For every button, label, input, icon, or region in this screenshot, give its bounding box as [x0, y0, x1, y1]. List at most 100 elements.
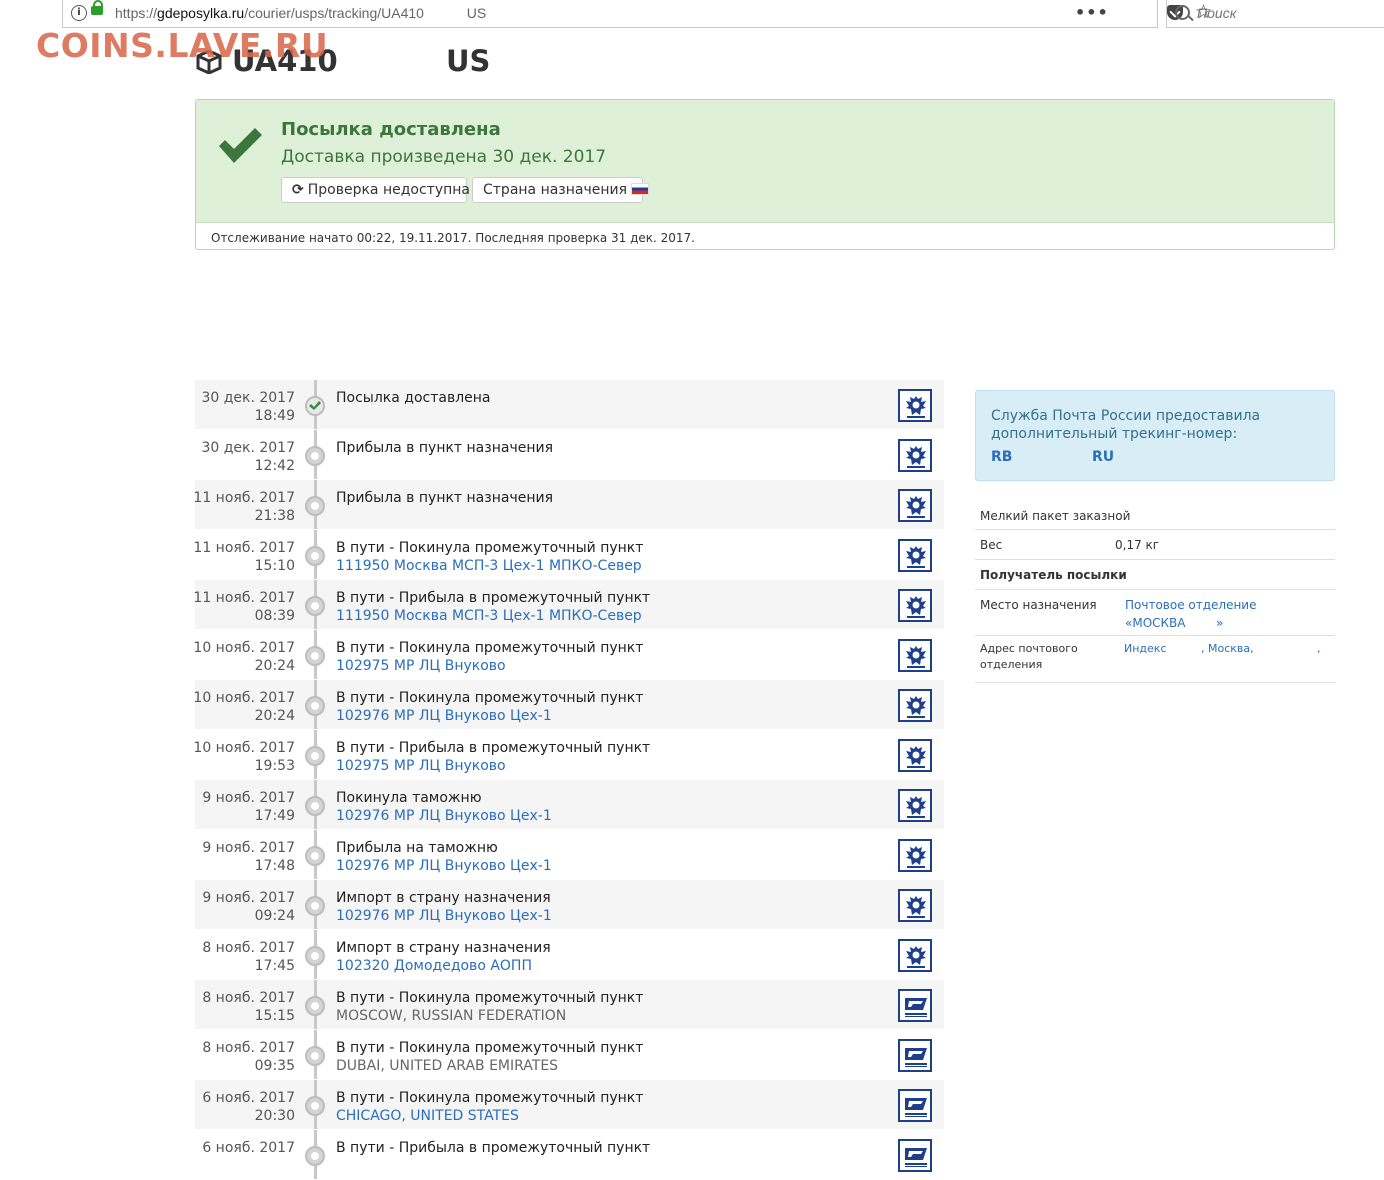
event-location[interactable]: 102976 МР ЛЦ Внуково Цех-1 [336, 907, 552, 925]
russian-post-logo-icon [898, 789, 932, 822]
event-description: В пути - Прибыла в промежуточный пункт [336, 1140, 651, 1156]
weight-label: Вес [980, 538, 1003, 552]
event-description: Посылка доставлена [336, 390, 491, 406]
event-time: 09:24 [254, 908, 295, 924]
destination-country-button[interactable]: Страна назначения [472, 177, 650, 203]
event-description: Прибыла в пункт назначения [336, 440, 553, 456]
event-description: Прибыла в пункт назначения [336, 490, 553, 506]
address-tail: , [1317, 642, 1321, 655]
alternate-tracking-link[interactable]: RB [991, 449, 1012, 465]
event-datetime: 10 нояб. 2017 20:24 [193, 689, 295, 725]
event-date: 8 нояб. 2017 [202, 990, 295, 1006]
address-index[interactable]: Индекс [1124, 642, 1167, 655]
event-datetime: 10 нояб. 2017 20:24 [193, 639, 295, 675]
timeline-row: 9 нояб. 2017 09:24 Импорт в страну назначе… [195, 880, 944, 930]
event-location[interactable]: 102976 МР ЛЦ Внуково Цех-1 [336, 807, 552, 825]
event-location: DUBAI, UNITED ARAB EMIRATES [336, 1058, 559, 1074]
russia-flag-icon [631, 183, 650, 195]
event-date: 10 нояб. 2017 [193, 640, 295, 656]
event-location[interactable]: 102975 МР ЛЦ Внуково [336, 757, 506, 775]
timeline-dot-icon [305, 796, 325, 816]
delivery-status-panel: Посылка доставлена Доставка произведена … [195, 99, 1335, 250]
event-description: В пути - Прибыла в промежуточный пункт [336, 590, 651, 606]
russian-post-logo-icon [898, 539, 932, 572]
recipient-heading: Получатель посылки [980, 568, 1127, 582]
address-row: Адрес почтового отделения Индекс , Москв… [975, 636, 1335, 683]
refresh-check-button[interactable]: ⟳ Проверка недоступна [281, 177, 470, 203]
url-text[interactable]: https://gdeposylka.ru/courier/usps/track… [115, 5, 486, 21]
info-icon[interactable]: i [71, 5, 87, 21]
event-location[interactable]: 111950 Москва МСП-3 Цех-1 МПКО-Север [336, 557, 642, 575]
search-input[interactable] [1197, 5, 1367, 21]
event-location[interactable]: CHICAGO, UNITED STATES [336, 1107, 519, 1125]
package-type-row: Мелкий пакет заказной [975, 501, 1335, 530]
event-description: В пути - Покинула промежуточный пункт [336, 540, 644, 556]
event-time: 21:38 [254, 508, 295, 524]
event-datetime: 8 нояб. 2017 17:45 [202, 939, 295, 975]
search-box[interactable] [1166, 0, 1384, 28]
carrier-emblem-icon [904, 394, 928, 424]
event-datetime: 9 нояб. 2017 09:24 [202, 889, 295, 925]
timeline-row: 9 нояб. 2017 17:49 Покинула таможню 102976 … [195, 780, 944, 830]
page-actions-icon[interactable]: ••• [1075, 3, 1109, 22]
event-location[interactable]: 102975 МР ЛЦ Внуково [336, 657, 506, 675]
event-time: 20:30 [254, 1108, 295, 1124]
event-description: В пути - Покинула промежуточный пункт [336, 1040, 644, 1056]
carrier-emblem-icon [902, 1094, 930, 1124]
timeline-dot-icon [305, 496, 325, 516]
event-location[interactable]: 111950 Москва МСП-3 Цех-1 МПКО-Север [336, 607, 642, 625]
timeline-dot-icon [305, 1046, 325, 1066]
status-title: Посылка доставлена [281, 119, 501, 140]
address-city[interactable]: , Москва, [1201, 642, 1254, 655]
event-datetime: 11 нояб. 2017 15:10 [193, 539, 295, 575]
event-description: Импорт в страну назначения [336, 940, 551, 956]
timeline-dot-icon [305, 746, 325, 766]
timeline-dot-icon [305, 996, 325, 1016]
destination-label: Место назначения [980, 598, 1097, 612]
event-date: 30 дек. 2017 [201, 440, 295, 456]
event-location[interactable]: 102976 МР ЛЦ Внуково Цех-1 [336, 707, 552, 725]
event-datetime: 11 нояб. 2017 21:38 [193, 489, 295, 525]
russian-post-logo-icon [898, 489, 932, 522]
carrier-emblem-icon [904, 744, 928, 774]
russian-post-logo-icon [898, 739, 932, 772]
event-time: 12:42 [254, 458, 295, 474]
event-date: 11 нояб. 2017 [193, 490, 295, 506]
event-date: 11 нояб. 2017 [193, 590, 295, 606]
event-datetime: 30 дек. 2017 18:49 [201, 389, 295, 425]
timeline-dot-icon [305, 596, 325, 616]
event-location[interactable]: 102976 МР ЛЦ Внуково Цех-1 [336, 857, 552, 875]
carrier-emblem-icon [904, 494, 928, 524]
event-description: Покинула таможню [336, 790, 482, 806]
event-description: Импорт в страну назначения [336, 890, 551, 906]
destination-link-name[interactable]: «МОСКВА » [1125, 616, 1223, 630]
event-location[interactable]: 102320 Домодедово АОПП [336, 957, 532, 975]
russian-post-logo-icon [898, 689, 932, 722]
usps-logo-icon [898, 989, 932, 1022]
address-label-2: отделения [980, 658, 1043, 671]
destination-link[interactable]: Почтовое отделение [1125, 598, 1257, 612]
status-subtitle: Доставка произведена 30 дек. 2017 [281, 147, 607, 167]
timeline-dot-icon [305, 946, 325, 966]
alternate-tracking-text: Служба Почта России предоставила дополни… [991, 408, 1261, 442]
usps-logo-icon [898, 1139, 932, 1172]
timeline-row: 11 нояб. 2017 15:10 В пути - Покинула пром… [193, 530, 944, 580]
alternate-tracking-link-suffix[interactable]: RU [1092, 449, 1114, 465]
event-datetime: 6 нояб. 2017 [202, 1139, 295, 1157]
carrier-emblem-icon [904, 644, 928, 674]
carrier-emblem-icon [904, 694, 928, 724]
event-datetime: 30 дек. 2017 12:42 [201, 439, 295, 475]
event-time: 20:24 [254, 708, 295, 724]
timeline-row: 10 нояб. 2017 20:24 В пути - Покинула пром… [193, 630, 944, 680]
russian-post-logo-icon [898, 589, 932, 622]
delivered-check-icon [305, 396, 325, 416]
timeline-row: 8 нояб. 2017 09:35 В пути - Покинула проме… [195, 1030, 944, 1080]
address-bar[interactable]: i https://gdeposylka.ru/courier/usps/tra… [62, 0, 1212, 28]
event-description: В пути - Покинула промежуточный пункт [336, 1090, 644, 1106]
timeline-dot-icon [305, 846, 325, 866]
timeline-row: 11 нояб. 2017 21:38 Прибыла в пункт назнач… [193, 480, 944, 530]
alternate-tracking-box: Служба Почта России предоставила дополни… [975, 390, 1335, 481]
search-icon [1175, 5, 1190, 20]
event-description: В пути - Покинула промежуточный пункт [336, 990, 644, 1006]
package-info-table: Мелкий пакет заказной Вес 0,17 кг Получа… [975, 501, 1335, 683]
